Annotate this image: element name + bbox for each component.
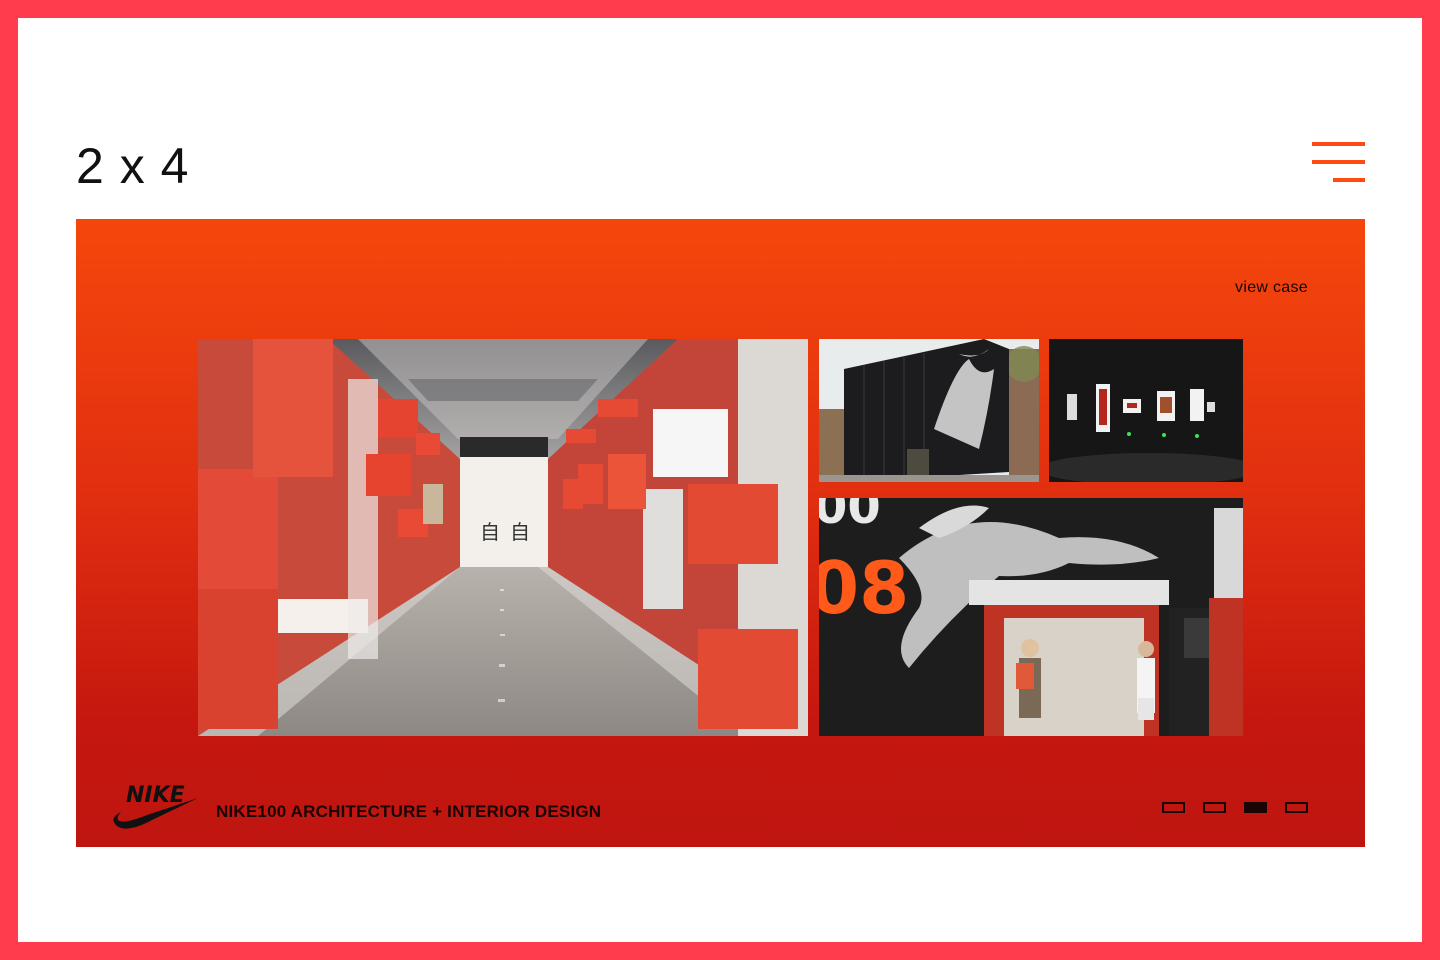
svg-text:自: 自 (510, 520, 530, 544)
svg-text:08: 08 (819, 546, 909, 630)
nike-swoosh-icon: NIKE (113, 783, 198, 829)
slide-pagination (1162, 802, 1308, 813)
athlete-mural-photo[interactable]: 00 08 (819, 498, 1243, 736)
page-canvas: 2 x 4 view case 自 自 00 08 NIKE NIKE100 A… (18, 18, 1422, 942)
pagination-dot-4[interactable] (1285, 802, 1308, 813)
project-hero: view case 自 自 00 08 NIKE NIKE100 ARCHITE… (76, 219, 1365, 847)
site-logo[interactable]: 2 x 4 (76, 138, 189, 194)
corridor-photo[interactable]: 自 自 (198, 339, 808, 736)
svg-text:自: 自 (480, 520, 500, 544)
pagination-dot-3[interactable] (1244, 802, 1267, 813)
menu-bar-middle (1312, 160, 1365, 164)
pagination-dot-1[interactable] (1162, 802, 1185, 813)
view-case-link[interactable]: view case (1235, 279, 1308, 297)
pagination-dot-2[interactable] (1203, 802, 1226, 813)
gallery-wall-photo[interactable] (1049, 339, 1243, 482)
svg-text:00: 00 (819, 498, 881, 535)
menu-bar-bottom (1333, 178, 1365, 182)
hamburger-menu-icon[interactable] (1312, 142, 1365, 184)
menu-bar-top (1312, 142, 1365, 146)
project-title: NIKE100 ARCHITECTURE + INTERIOR DESIGN (216, 802, 602, 821)
svg-text:NIKE: NIKE (126, 783, 185, 808)
building-facade-photo[interactable] (819, 339, 1039, 482)
